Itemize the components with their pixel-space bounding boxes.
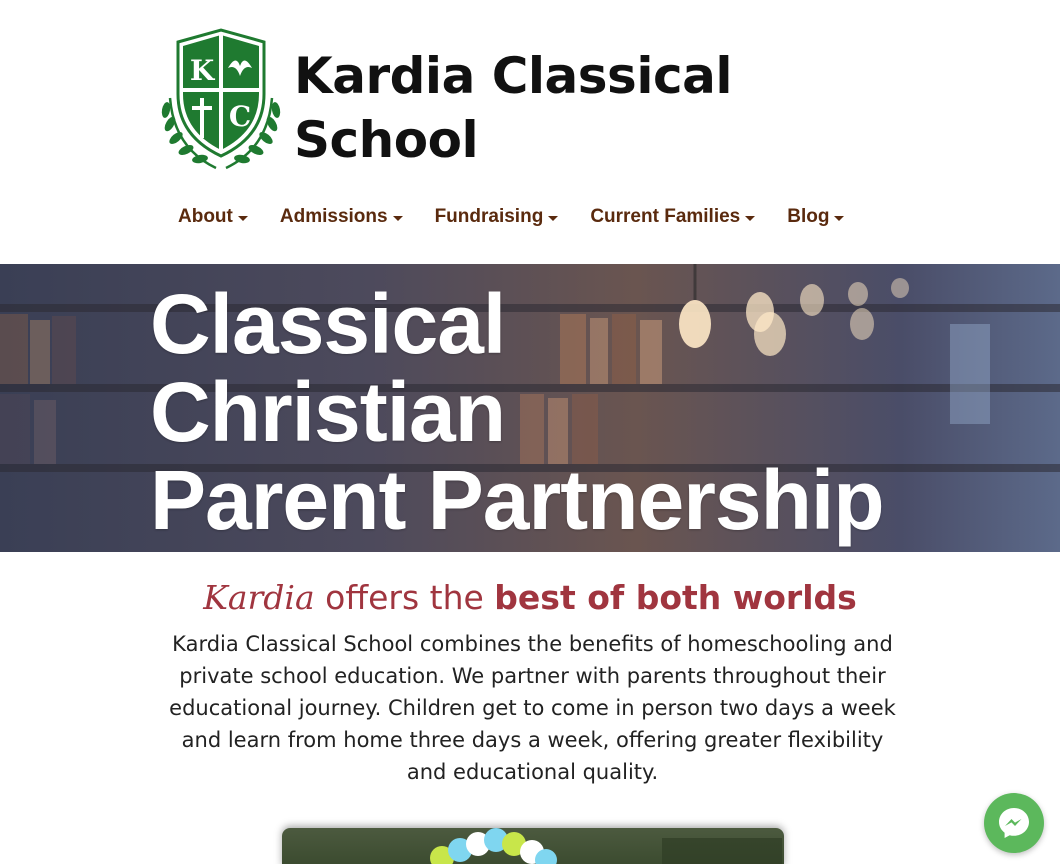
featured-photo: [282, 828, 784, 864]
hero-line-2: Christian: [150, 365, 506, 459]
hero-line-1: Classical: [150, 277, 506, 371]
crest-k: K: [190, 54, 216, 87]
messenger-icon: [999, 808, 1029, 838]
crest-icon: K C: [161, 28, 281, 170]
nav-blog-label: Blog: [787, 206, 830, 227]
hero-banner: Classical Christian Parent Partnership: [0, 264, 1060, 552]
crest-c: C: [229, 100, 251, 133]
nav-about[interactable]: About: [178, 200, 248, 234]
nav-fundraising-label: Fundraising: [434, 206, 544, 227]
intro-tagline: Kardia offers the best of both worlds: [0, 576, 1060, 620]
hero-line-3: Parent Partnership: [150, 453, 885, 547]
nav-blog[interactable]: Blog: [787, 200, 845, 234]
caret-down-icon: [237, 215, 248, 221]
balloon-arch-image: [430, 828, 782, 864]
nav-admissions[interactable]: Admissions: [280, 200, 403, 234]
nav-about-label: About: [178, 206, 233, 227]
caret-down-icon: [834, 215, 845, 221]
site-header: K C Kardia Classical School About Admiss…: [0, 0, 1060, 264]
hero-heading: Classical Christian Parent Partnership: [150, 280, 1030, 544]
intro-paragraph: Kardia Classical School combines the ben…: [169, 632, 896, 784]
main-nav: About Admissions Fundraising Current Fam…: [178, 200, 876, 234]
nav-current-families-label: Current Families: [590, 206, 741, 227]
nav-current-families[interactable]: Current Families: [590, 200, 756, 234]
messenger-chat-button[interactable]: [984, 793, 1044, 853]
caret-down-icon: [745, 215, 756, 221]
school-logo[interactable]: K C: [156, 28, 286, 172]
caret-down-icon: [548, 215, 559, 221]
tagline-strong: best of both worlds: [494, 578, 857, 617]
caret-down-icon: [392, 215, 403, 221]
nav-fundraising[interactable]: Fundraising: [435, 200, 559, 234]
tagline-kardia: Kardia: [203, 578, 315, 617]
nav-admissions-label: Admissions: [279, 206, 388, 227]
school-name[interactable]: Kardia Classical School: [294, 44, 754, 172]
tagline-mid: offers the: [314, 578, 495, 617]
